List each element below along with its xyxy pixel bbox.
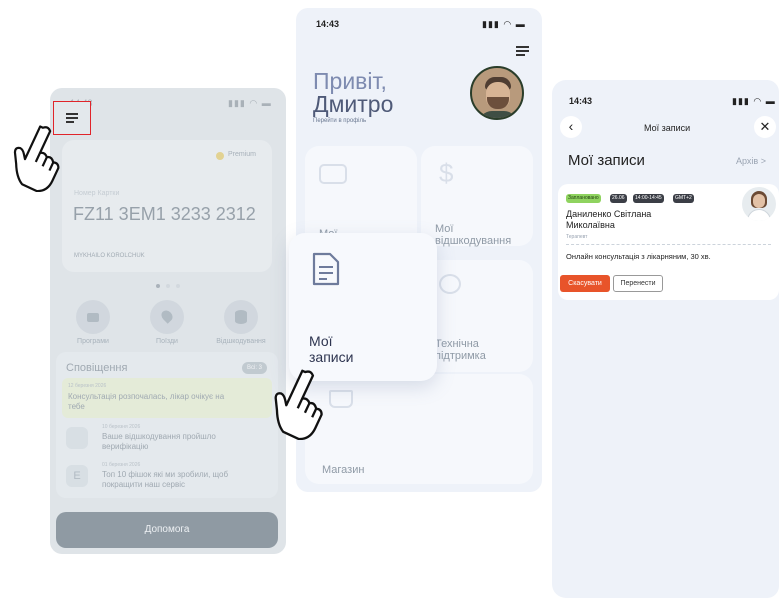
tile-my-refunds[interactable]: $ Мої відшкодування — [421, 146, 533, 247]
status-icons: ▮▮▮ ◠ ▬ — [482, 19, 526, 29]
date-chip: 26.06 — [610, 194, 627, 203]
nav-title: Мої записи — [644, 123, 691, 133]
programs-label: Програми — [77, 338, 109, 345]
time-chip: 14:00-14:45 — [633, 194, 664, 203]
refunds-label: Відшкодування — [216, 338, 266, 345]
tile-label: Мої записи — [309, 333, 354, 365]
dollar-icon: $ — [439, 158, 454, 188]
programs-button[interactable] — [76, 300, 110, 334]
pointing-hand-cursor-icon — [274, 369, 323, 440]
coins-icon — [66, 427, 88, 449]
notification-item[interactable]: E 01 березня 2026 Топ 10 фішок які ми зр… — [62, 460, 272, 494]
back-button[interactable]: ‹ — [560, 116, 582, 138]
trains-label: Поїзди — [156, 338, 178, 345]
doctor-name: Даниленко Світлана Миколаївна — [566, 209, 652, 230]
letter-e-icon: E — [66, 465, 88, 487]
notification-date: 10 березня 2026 — [102, 424, 141, 430]
chat-bubble-icon — [439, 274, 461, 294]
profile-link[interactable]: Перейти в профіль — [313, 118, 366, 124]
avatar[interactable] — [470, 66, 524, 120]
tile-tech-support[interactable]: Технічна підтримка — [421, 260, 533, 372]
cart-icon — [329, 390, 353, 408]
location-pin-icon — [159, 308, 175, 324]
timezone-chip: GMT+2 — [673, 194, 694, 203]
hamburger-menu-icon — [516, 46, 529, 48]
divider — [566, 244, 771, 245]
cancel-button[interactable]: Скасувати — [560, 275, 610, 292]
trains-button[interactable] — [150, 300, 184, 334]
greeting-name: Дмитро — [313, 91, 394, 117]
appointments-screen: 14:43 ▮▮▮ ◠ ▬ ‹ Мої записи ✕ Мої записи … — [552, 80, 779, 598]
archive-link[interactable]: Архів > — [736, 156, 766, 166]
status-badge: Заплановано — [566, 194, 601, 203]
refunds-button[interactable] — [224, 300, 258, 334]
hamburger-menu-icon — [66, 113, 78, 115]
home-screen-faded: 14:43 ▮▮▮ ◠ ▬ Premium Номер Картки FZ11 … — [50, 88, 286, 554]
card-icon — [319, 164, 347, 184]
reschedule-button[interactable]: Перенести — [613, 275, 663, 292]
badge-dot-icon — [216, 152, 224, 160]
insurance-card[interactable]: Premium Номер Картки FZ11 3EM1 3233 2312… — [62, 140, 272, 272]
coins-icon — [235, 310, 247, 324]
notifications-panel: Сповіщення Всі: 3 12 березня 2026 Консул… — [56, 352, 278, 498]
close-icon: ✕ — [759, 119, 771, 134]
notification-date: 12 березня 2026 — [68, 383, 107, 389]
status-icons: ▮▮▮ ◠ ▬ — [732, 96, 776, 106]
card-number: FZ11 3EM1 3233 2312 — [73, 204, 256, 224]
notification-item-highlighted[interactable]: 12 березня 2026 Консультація розпочалась… — [62, 378, 272, 418]
close-button[interactable]: ✕ — [754, 116, 776, 138]
tile-shop[interactable]: Магазин — [305, 374, 533, 484]
notifications-count-badge[interactable]: Всі: 3 — [242, 362, 268, 374]
notification-text: Топ 10 фішок які ми зробили, щоб покращи… — [102, 470, 229, 489]
pointing-hand-cursor-icon — [13, 125, 60, 192]
notification-text: Консультація розпочалась, лікар очікує н… — [68, 392, 225, 411]
tile-my-programs[interactable]: Мої — [305, 146, 417, 246]
tile-my-appointments-active[interactable]: Мої записи — [289, 233, 437, 381]
page-title: Мої записи — [568, 152, 645, 169]
tile-label: Технічна підтримка — [435, 338, 486, 362]
tile-label: Магазин — [322, 464, 365, 476]
document-icon — [312, 252, 340, 286]
status-icons: ▮▮▮ ◠ ▬ — [228, 98, 272, 108]
appointment-card[interactable]: Заплановано 26.06 14:00-14:45 GMT+2 Дани… — [558, 184, 779, 300]
chevron-left-icon: ‹ — [568, 118, 574, 134]
notification-item[interactable]: 10 березня 2026 Ваше відшкодування пройш… — [62, 422, 272, 456]
status-time: 14:43 — [569, 96, 593, 106]
premium-badge: Premium — [228, 151, 257, 158]
pager-dot-active — [156, 284, 160, 288]
notification-date: 01 березня 2026 — [102, 462, 141, 468]
tile-label: Мої відшкодування — [435, 223, 512, 247]
status-time: 14:43 — [316, 19, 340, 29]
menu-button[interactable] — [516, 45, 530, 57]
card-holder: MYKHAILO KOROLCHUK — [74, 253, 145, 259]
card-icon — [87, 313, 99, 322]
card-label: Номер Картки — [74, 190, 120, 197]
notifications-title: Сповіщення — [66, 362, 128, 374]
pager-dot — [176, 284, 180, 288]
doctor-specialty: Терапевт — [566, 234, 588, 240]
help-button[interactable]: Допомога — [56, 512, 278, 548]
appointment-description: Онлайн консультація з лікарняним, 30 хв. — [566, 252, 711, 261]
doctor-avatar — [742, 187, 776, 221]
notification-text: Ваше відшкодування пройшло верифікацію — [102, 432, 216, 451]
pager-dot — [166, 284, 170, 288]
